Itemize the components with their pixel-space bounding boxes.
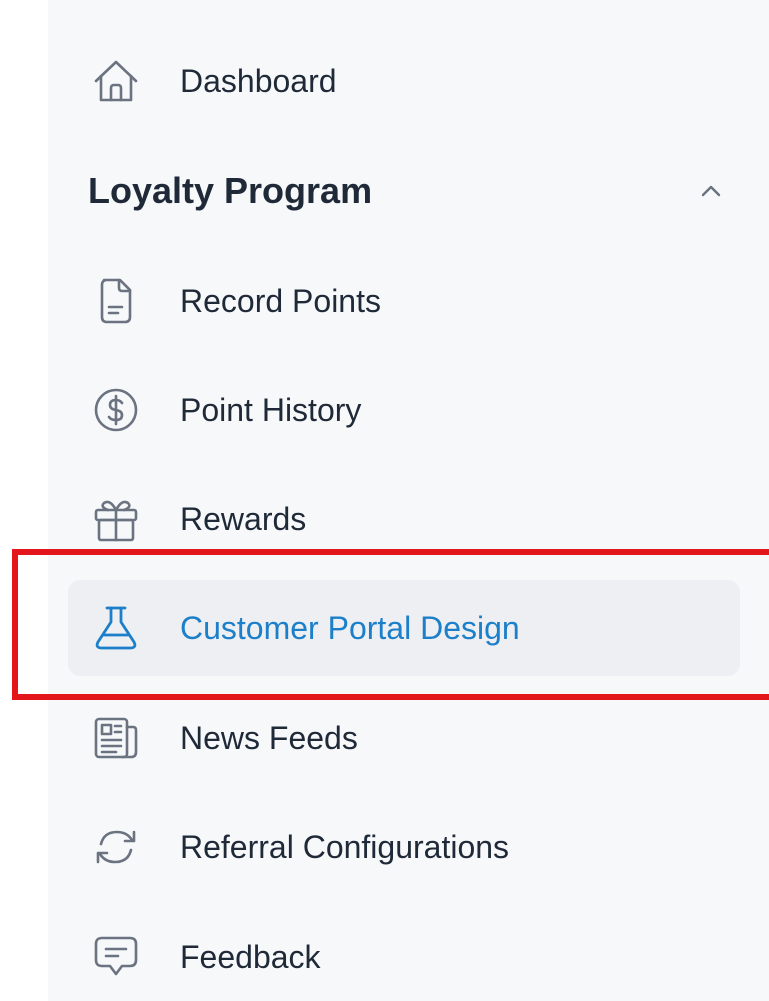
newspaper-icon — [90, 712, 142, 764]
sidebar-item-dashboard[interactable]: Dashboard — [68, 33, 740, 129]
flask-icon — [90, 602, 142, 654]
home-icon — [90, 55, 142, 107]
sidebar-item-label: Feedback — [180, 938, 321, 975]
sidebar-item-label: Referral Configurations — [180, 828, 510, 865]
chat-bubble-icon — [90, 931, 142, 983]
sidebar-item-customer-portal-design[interactable]: Customer Portal Design — [68, 580, 740, 676]
gift-icon — [90, 493, 142, 545]
sidebar-item-label: Record Points — [180, 282, 381, 319]
refresh-icon — [90, 821, 142, 873]
sidebar-item-rewards[interactable]: Rewards — [68, 471, 740, 567]
sidebar-item-label: Rewards — [180, 500, 307, 537]
sidebar-item-label: Dashboard — [180, 62, 337, 99]
sidebar-item-referral-configurations[interactable]: Referral Configurations — [68, 799, 740, 895]
dollar-circle-icon — [90, 384, 142, 436]
page: Dashboard Loyalty Program Record Points … — [0, 0, 769, 1001]
sidebar-item-feedback[interactable]: Feedback — [68, 909, 740, 1001]
sidebar-item-record-points[interactable]: Record Points — [68, 253, 740, 349]
chevron-up-icon[interactable] — [694, 174, 728, 208]
section-header-loyalty-program[interactable]: Loyalty Program — [88, 146, 728, 236]
sidebar-item-point-history[interactable]: Point History — [68, 362, 740, 458]
sidebar: Dashboard Loyalty Program Record Points … — [48, 0, 769, 1001]
sidebar-item-label: Customer Portal Design — [180, 609, 520, 646]
sidebar-item-label: Point History — [180, 391, 362, 428]
section-title: Loyalty Program — [88, 170, 373, 211]
sidebar-item-label: News Feeds — [180, 719, 358, 756]
sidebar-item-news-feeds[interactable]: News Feeds — [68, 690, 740, 786]
document-icon — [90, 275, 142, 327]
